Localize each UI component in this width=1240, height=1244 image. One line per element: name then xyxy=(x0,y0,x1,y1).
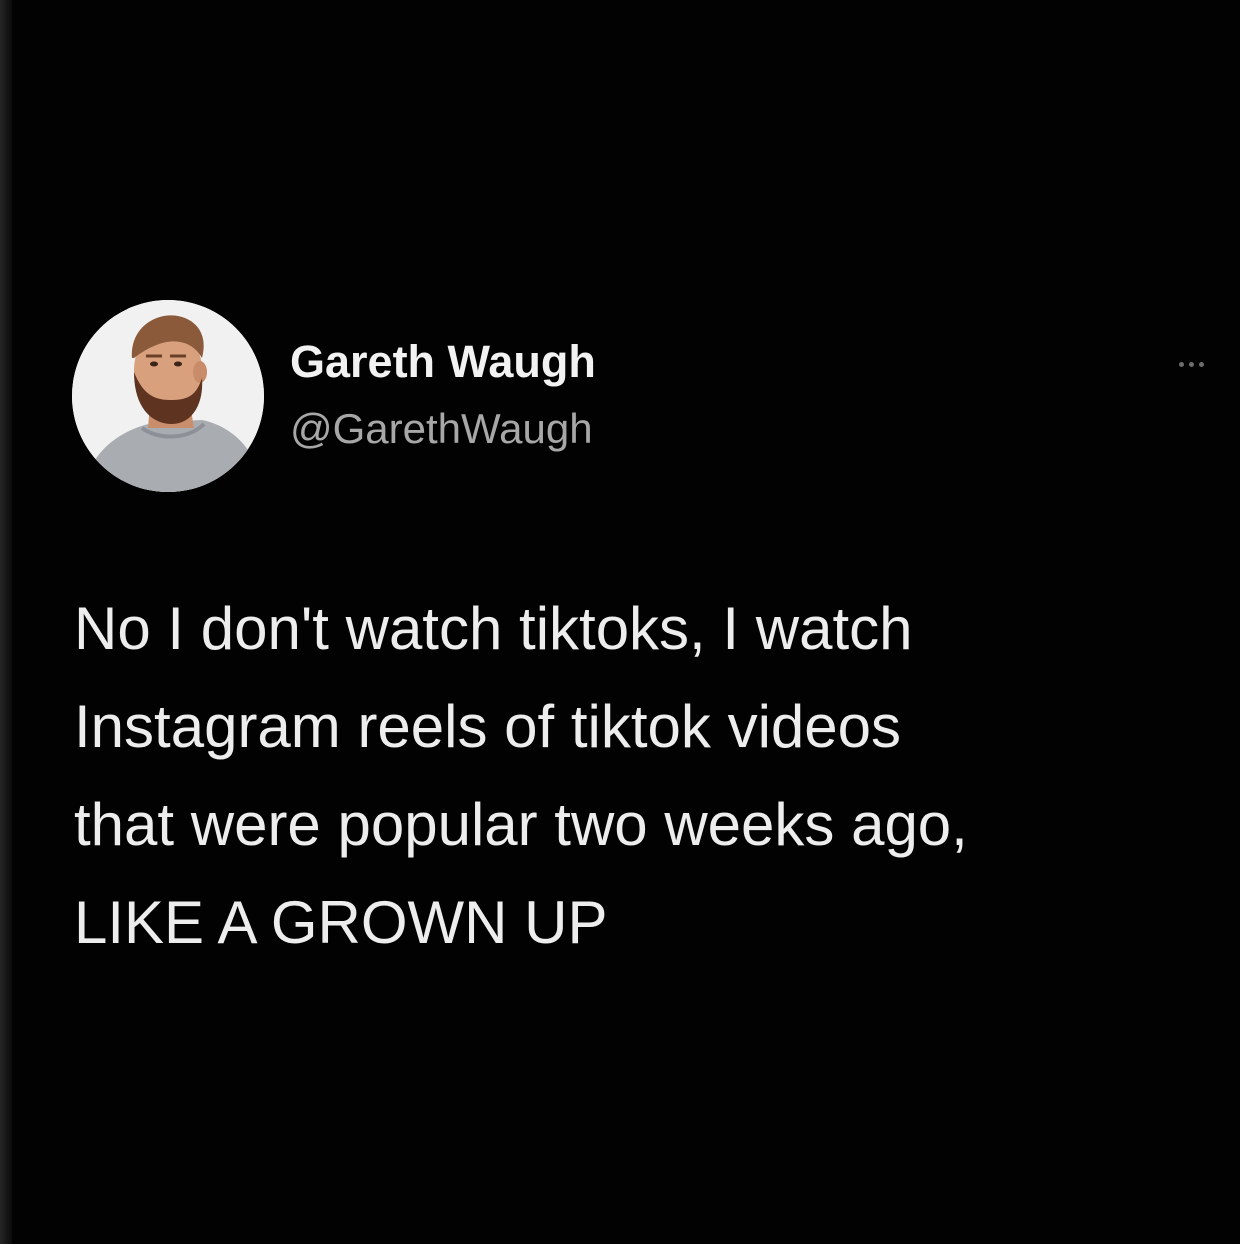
ellipsis-icon xyxy=(1198,361,1204,367)
profile-photo-icon xyxy=(72,300,264,492)
tweet-text-line: LIKE A GROWN UP xyxy=(74,889,608,956)
author-display-name[interactable]: Gareth Waugh xyxy=(290,334,596,390)
screenshot-frame: Gareth Waugh @GarethWaugh No I don't wat… xyxy=(0,0,1240,1244)
more-options-button[interactable] xyxy=(1166,352,1216,376)
ellipsis-icon xyxy=(1188,361,1194,367)
tweet-text-line: Instagram reels of tiktok videos xyxy=(74,693,902,760)
ellipsis-icon xyxy=(1178,361,1184,367)
tweet-text-line: No I don't watch tiktoks, I watch xyxy=(74,595,913,662)
tweet-card: Gareth Waugh @GarethWaugh No I don't wat… xyxy=(0,0,1240,1244)
author-handle[interactable]: @GarethWaugh xyxy=(290,402,593,456)
tweet-text-line: that were popular two weeks ago, xyxy=(74,791,968,858)
tweet-text: No I don't watch tiktoks, I watch Instag… xyxy=(74,580,1214,972)
avatar[interactable] xyxy=(72,300,264,492)
